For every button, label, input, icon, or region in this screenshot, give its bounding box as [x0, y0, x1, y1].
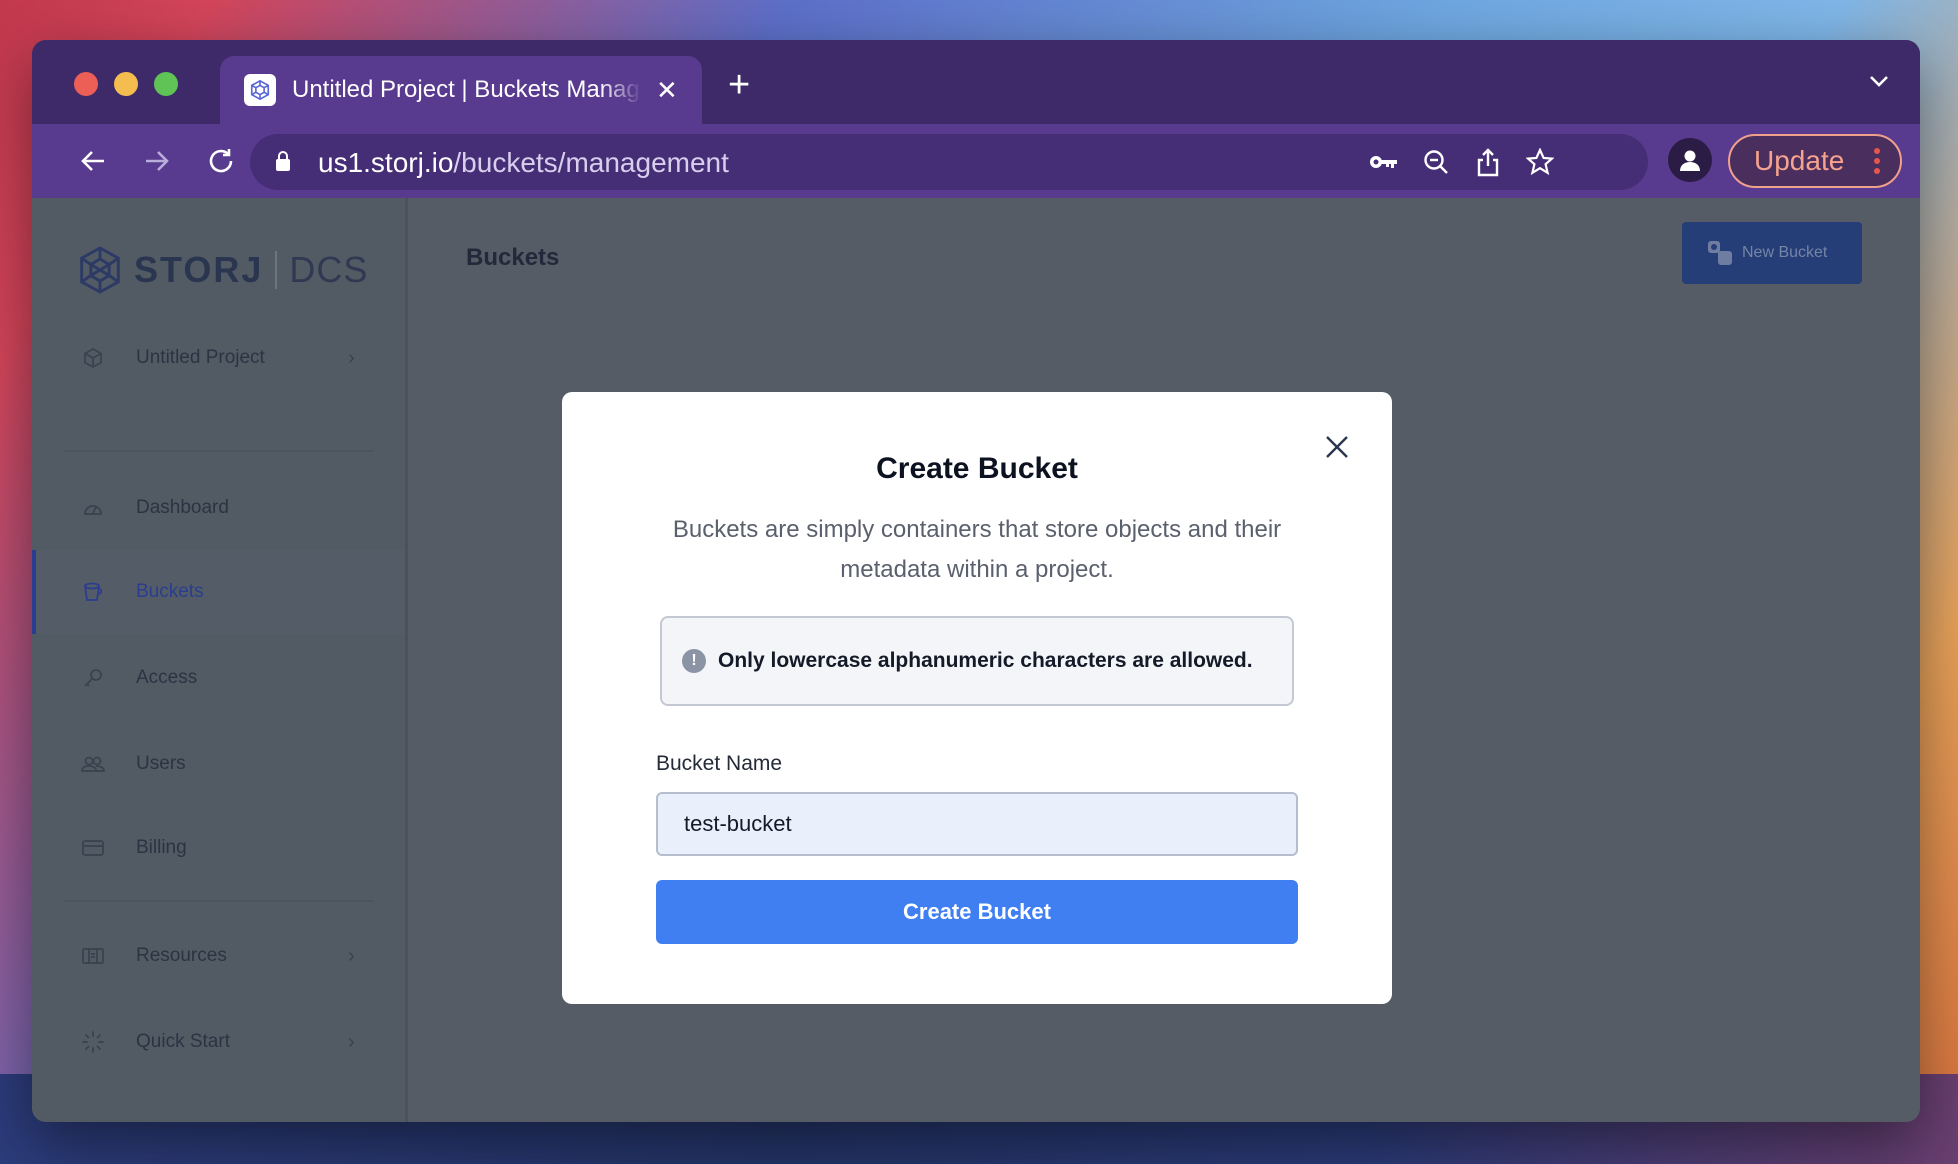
bucket-name-input[interactable] [656, 792, 1298, 856]
chevron-right-icon: › [348, 1030, 355, 1053]
sidebar-item-resources[interactable]: Resources › [32, 914, 405, 998]
sidebar-item-billing[interactable]: Billing [32, 806, 405, 890]
sidebar-item-buckets[interactable]: Buckets [32, 550, 405, 634]
modal-title: Create Bucket [876, 452, 1078, 485]
password-key-icon[interactable] [1368, 146, 1400, 178]
bucket-icon [80, 579, 106, 605]
url-text: us1.storj.io/buckets/management [318, 147, 729, 178]
zoom-out-icon[interactable] [1420, 146, 1452, 178]
update-button[interactable]: Update [1728, 134, 1902, 188]
close-window-button[interactable] [74, 72, 98, 96]
sidebar-item-label: Buckets [136, 581, 204, 602]
lock-icon[interactable] [274, 150, 292, 177]
bucket-name-label: Bucket Name [656, 752, 783, 775]
browser-titlebar: Untitled Project | Buckets Management ✕ … [32, 40, 1920, 124]
update-label: Update [1754, 145, 1845, 176]
quickstart-icon [80, 1029, 106, 1055]
bookmark-star-icon[interactable] [1524, 146, 1556, 178]
sidebar-item-label: Billing [136, 837, 187, 858]
resources-icon [80, 943, 106, 969]
app-content: STORJ DCS Untitled Project › Dashboard B… [32, 198, 1920, 1122]
brand-name: STORJ [134, 249, 264, 290]
modal-description: Buckets are simply containers that store… [672, 516, 1282, 583]
share-icon[interactable] [1472, 146, 1504, 178]
cube-icon [80, 345, 106, 371]
sidebar-item-label: Quick Start [136, 1031, 230, 1052]
sidebar-item-label: Users [136, 753, 186, 774]
reload-icon[interactable] [204, 144, 238, 178]
sidebar-item-label: Resources [136, 945, 227, 966]
create-bucket-modal: Create Bucket Buckets are simply contain… [562, 392, 1392, 1004]
key-icon [80, 665, 106, 691]
sidebar: STORJ DCS Untitled Project › Dashboard B… [32, 198, 408, 1122]
sidebar-item-dashboard[interactable]: Dashboard [32, 466, 405, 550]
chevron-right-icon: › [348, 346, 355, 369]
browser-tab[interactable]: Untitled Project | Buckets Management ✕ [220, 56, 702, 124]
forward-arrow-icon[interactable] [140, 144, 174, 178]
brand-subtitle: DCS [289, 249, 369, 290]
new-tab-button[interactable]: + [728, 66, 750, 104]
maximize-window-button[interactable] [154, 72, 178, 96]
new-bucket-button[interactable]: New Bucket [1682, 222, 1862, 284]
create-bucket-button[interactable]: Create Bucket [656, 880, 1298, 944]
sidebar-divider [64, 450, 374, 452]
more-menu-icon[interactable] [1874, 148, 1881, 174]
tab-search-chevron-icon[interactable] [1868, 74, 1890, 93]
new-bucket-icon [1706, 239, 1734, 267]
sidebar-item-label: Access [136, 667, 198, 688]
address-bar[interactable]: us1.storj.io/buckets/management [250, 134, 1648, 190]
sidebar-item-quick-start[interactable]: Quick Start › [32, 1000, 405, 1084]
new-bucket-label: New Bucket [1742, 244, 1828, 261]
back-arrow-icon[interactable] [76, 144, 110, 178]
chevron-right-icon: › [348, 944, 355, 967]
brand-divider [275, 251, 278, 289]
browser-toolbar: us1.storj.io/buckets/management Update [32, 124, 1920, 198]
tab-title: Untitled Project | Buckets Management [292, 76, 642, 103]
sidebar-item-label: Dashboard [136, 497, 229, 518]
minimize-window-button[interactable] [114, 72, 138, 96]
sidebar-item-access[interactable]: Access [32, 636, 405, 720]
users-icon [80, 751, 106, 777]
profile-avatar-icon[interactable] [1668, 138, 1712, 182]
sidebar-item-label: Untitled Project [136, 347, 265, 368]
info-exclamation-icon: ! [682, 649, 706, 673]
dashboard-icon [80, 495, 106, 521]
card-icon [80, 835, 106, 861]
browser-window: Untitled Project | Buckets Management ✕ … [32, 40, 1920, 1122]
alert-text: Only lowercase alphanumeric characters a… [718, 649, 1253, 672]
page-title: Buckets [466, 244, 560, 271]
tab-close-icon[interactable]: ✕ [656, 77, 678, 103]
validation-alert: ! Only lowercase alphanumeric characters… [660, 616, 1294, 706]
sidebar-divider [64, 900, 374, 902]
sidebar-item-users[interactable]: Users [32, 722, 405, 806]
storj-favicon-icon [244, 74, 276, 106]
sidebar-item-project[interactable]: Untitled Project › [32, 316, 405, 400]
storj-logo[interactable]: STORJ DCS [78, 246, 368, 294]
